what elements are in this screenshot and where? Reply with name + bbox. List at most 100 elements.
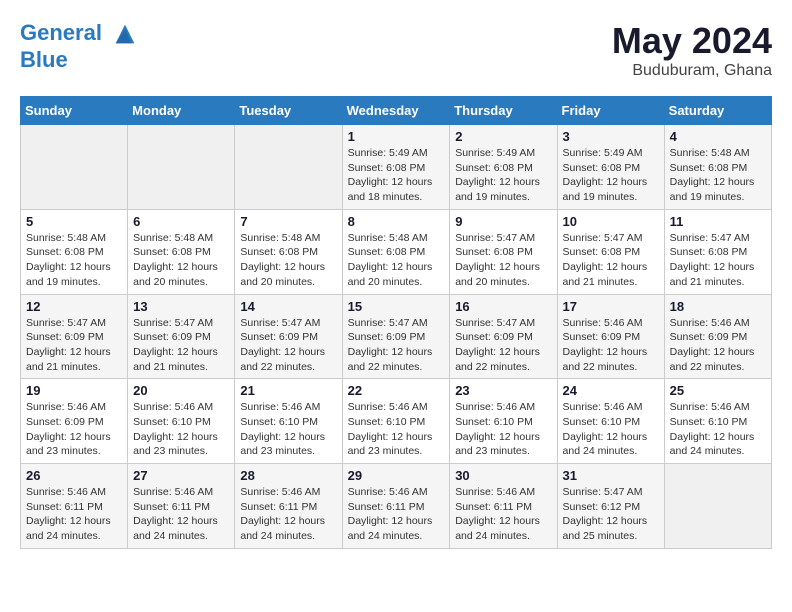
calendar-cell: 22Sunrise: 5:46 AM Sunset: 6:10 PM Dayli… — [342, 379, 450, 464]
calendar-cell: 8 Sunrise: 5:48 AM Sunset: 6:08 PM Daylig… — [342, 209, 450, 294]
day-info: Sunrise: 5:46 AM Sunset: 6:11 PM Dayligh… — [133, 485, 229, 544]
day-number: 6 — [133, 214, 229, 229]
calendar-cell: 13 Sunrise: 5:47 AM Sunset: 6:09 PM Dayli… — [128, 294, 235, 379]
day-info: Sunrise: 5:46 AM Sunset: 6:11 PM Dayligh… — [348, 485, 445, 544]
day-number: 31 — [563, 468, 659, 483]
day-info: Sunrise: 5:47 AM Sunset: 6:09 PM Dayligh… — [133, 316, 229, 375]
calendar-cell: 9 Sunrise: 5:47 AM Sunset: 6:08 PM Daylig… — [450, 209, 557, 294]
calendar-cell: 10 Sunrise: 5:47 AM Sunset: 6:08 PM Dayli… — [557, 209, 664, 294]
calendar-week-row: 1Sunrise: 5:49 AM Sunset: 6:08 PM Daylig… — [21, 125, 772, 210]
calendar-cell: 6 Sunrise: 5:48 AM Sunset: 6:08 PM Daylig… — [128, 209, 235, 294]
day-number: 26 — [26, 468, 122, 483]
logo-text: General — [20, 20, 139, 48]
calendar-week-row: 5 Sunrise: 5:48 AM Sunset: 6:08 PM Daylig… — [21, 209, 772, 294]
calendar-cell: 27 Sunrise: 5:46 AM Sunset: 6:11 PM Dayli… — [128, 464, 235, 549]
day-info: Sunrise: 5:47 AM Sunset: 6:08 PM Dayligh… — [670, 231, 766, 290]
day-number: 24 — [563, 383, 659, 398]
page-header: General Blue May 2024 Buduburam, Ghana — [20, 20, 772, 80]
weekday-header: Sunday — [21, 97, 128, 125]
day-number: 19 — [26, 383, 122, 398]
day-info: Sunrise: 5:46 AM Sunset: 6:09 PM Dayligh… — [563, 316, 659, 375]
day-info: Sunrise: 5:48 AM Sunset: 6:08 PM Dayligh… — [240, 231, 336, 290]
calendar-cell: 17 Sunrise: 5:46 AM Sunset: 6:09 PM Dayli… — [557, 294, 664, 379]
day-number: 27 — [133, 468, 229, 483]
calendar-week-row: 19Sunrise: 5:46 AM Sunset: 6:09 PM Dayli… — [21, 379, 772, 464]
day-number: 12 — [26, 299, 122, 314]
day-info: Sunrise: 5:48 AM Sunset: 6:08 PM Dayligh… — [670, 146, 766, 205]
day-number: 18 — [670, 299, 766, 314]
day-number: 16 — [455, 299, 551, 314]
calendar-cell: 30 Sunrise: 5:46 AM Sunset: 6:11 PM Dayli… — [450, 464, 557, 549]
day-number: 15 — [348, 299, 445, 314]
day-info: Sunrise: 5:46 AM Sunset: 6:10 PM Dayligh… — [455, 400, 551, 459]
day-number: 21 — [240, 383, 336, 398]
calendar-cell: 14 Sunrise: 5:47 AM Sunset: 6:09 PM Dayli… — [235, 294, 342, 379]
day-info: Sunrise: 5:46 AM Sunset: 6:09 PM Dayligh… — [670, 316, 766, 375]
calendar-cell: 31 Sunrise: 5:47 AM Sunset: 6:12 PM Dayli… — [557, 464, 664, 549]
day-number: 14 — [240, 299, 336, 314]
day-number: 3 — [563, 129, 659, 144]
calendar-cell: 21Sunrise: 5:46 AM Sunset: 6:10 PM Dayli… — [235, 379, 342, 464]
day-info: Sunrise: 5:47 AM Sunset: 6:08 PM Dayligh… — [563, 231, 659, 290]
day-number: 10 — [563, 214, 659, 229]
day-number: 5 — [26, 214, 122, 229]
calendar-cell: 4 Sunrise: 5:48 AM Sunset: 6:08 PM Daylig… — [664, 125, 771, 210]
day-info: Sunrise: 5:47 AM Sunset: 6:09 PM Dayligh… — [455, 316, 551, 375]
day-info: Sunrise: 5:47 AM Sunset: 6:09 PM Dayligh… — [348, 316, 445, 375]
weekday-header: Saturday — [664, 97, 771, 125]
calendar-cell: 20Sunrise: 5:46 AM Sunset: 6:10 PM Dayli… — [128, 379, 235, 464]
day-info: Sunrise: 5:46 AM Sunset: 6:11 PM Dayligh… — [455, 485, 551, 544]
day-number: 29 — [348, 468, 445, 483]
calendar-cell: 23 Sunrise: 5:46 AM Sunset: 6:10 PM Dayli… — [450, 379, 557, 464]
day-number: 8 — [348, 214, 445, 229]
day-info: Sunrise: 5:47 AM Sunset: 6:12 PM Dayligh… — [563, 485, 659, 544]
day-number: 17 — [563, 299, 659, 314]
calendar-cell — [128, 125, 235, 210]
month-year: May 2024 — [612, 20, 772, 62]
day-info: Sunrise: 5:49 AM Sunset: 6:08 PM Dayligh… — [348, 146, 445, 205]
calendar-week-row: 26 Sunrise: 5:46 AM Sunset: 6:11 PM Dayli… — [21, 464, 772, 549]
day-info: Sunrise: 5:46 AM Sunset: 6:10 PM Dayligh… — [670, 400, 766, 459]
day-info: Sunrise: 5:47 AM Sunset: 6:08 PM Dayligh… — [455, 231, 551, 290]
calendar-cell: 26 Sunrise: 5:46 AM Sunset: 6:11 PM Dayli… — [21, 464, 128, 549]
logo-icon — [111, 20, 139, 48]
location: Buduburam, Ghana — [612, 62, 772, 80]
calendar-cell: 5 Sunrise: 5:48 AM Sunset: 6:08 PM Daylig… — [21, 209, 128, 294]
calendar-cell — [664, 464, 771, 549]
day-info: Sunrise: 5:48 AM Sunset: 6:08 PM Dayligh… — [133, 231, 229, 290]
day-number: 9 — [455, 214, 551, 229]
calendar-cell: 24 Sunrise: 5:46 AM Sunset: 6:10 PM Dayli… — [557, 379, 664, 464]
calendar-week-row: 12 Sunrise: 5:47 AM Sunset: 6:09 PM Dayli… — [21, 294, 772, 379]
day-number: 23 — [455, 383, 551, 398]
weekday-header: Wednesday — [342, 97, 450, 125]
calendar-cell: 28 Sunrise: 5:46 AM Sunset: 6:11 PM Dayli… — [235, 464, 342, 549]
weekday-header-row: SundayMondayTuesdayWednesdayThursdayFrid… — [21, 97, 772, 125]
day-info: Sunrise: 5:46 AM Sunset: 6:10 PM Dayligh… — [563, 400, 659, 459]
day-number: 11 — [670, 214, 766, 229]
day-number: 28 — [240, 468, 336, 483]
calendar-cell: 11 Sunrise: 5:47 AM Sunset: 6:08 PM Dayli… — [664, 209, 771, 294]
calendar-cell: 1Sunrise: 5:49 AM Sunset: 6:08 PM Daylig… — [342, 125, 450, 210]
day-number: 4 — [670, 129, 766, 144]
day-info: Sunrise: 5:48 AM Sunset: 6:08 PM Dayligh… — [26, 231, 122, 290]
title-block: May 2024 Buduburam, Ghana — [612, 20, 772, 80]
weekday-header: Thursday — [450, 97, 557, 125]
calendar-cell: 3Sunrise: 5:49 AM Sunset: 6:08 PM Daylig… — [557, 125, 664, 210]
calendar-cell: 12 Sunrise: 5:47 AM Sunset: 6:09 PM Dayli… — [21, 294, 128, 379]
logo: General Blue — [20, 20, 139, 72]
day-info: Sunrise: 5:47 AM Sunset: 6:09 PM Dayligh… — [240, 316, 336, 375]
calendar-cell — [235, 125, 342, 210]
calendar-cell: 7Sunrise: 5:48 AM Sunset: 6:08 PM Daylig… — [235, 209, 342, 294]
day-info: Sunrise: 5:46 AM Sunset: 6:10 PM Dayligh… — [348, 400, 445, 459]
calendar-cell: 19Sunrise: 5:46 AM Sunset: 6:09 PM Dayli… — [21, 379, 128, 464]
day-info: Sunrise: 5:46 AM Sunset: 6:11 PM Dayligh… — [240, 485, 336, 544]
day-number: 13 — [133, 299, 229, 314]
weekday-header: Tuesday — [235, 97, 342, 125]
day-info: Sunrise: 5:47 AM Sunset: 6:09 PM Dayligh… — [26, 316, 122, 375]
day-info: Sunrise: 5:49 AM Sunset: 6:08 PM Dayligh… — [455, 146, 551, 205]
day-number: 30 — [455, 468, 551, 483]
calendar-cell: 29 Sunrise: 5:46 AM Sunset: 6:11 PM Dayli… — [342, 464, 450, 549]
day-info: Sunrise: 5:48 AM Sunset: 6:08 PM Dayligh… — [348, 231, 445, 290]
calendar-cell: 15 Sunrise: 5:47 AM Sunset: 6:09 PM Dayli… — [342, 294, 450, 379]
day-info: Sunrise: 5:46 AM Sunset: 6:11 PM Dayligh… — [26, 485, 122, 544]
